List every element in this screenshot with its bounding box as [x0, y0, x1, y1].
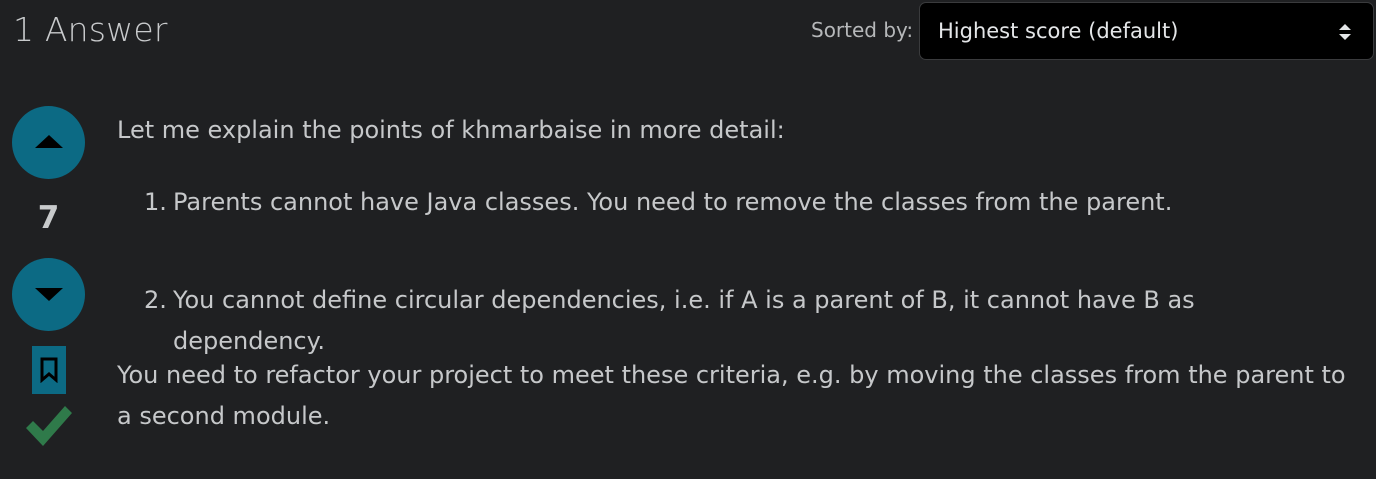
answer-count-heading: 1 Answer	[13, 10, 168, 49]
vote-cell: 7	[12, 106, 86, 456]
answer-intro: Let me explain the points of khmarbaise …	[117, 116, 785, 144]
answer-conclusion: You need to refactor your project to mee…	[117, 361, 1346, 430]
list-item: 2. You cannot define circular dependenci…	[117, 280, 1313, 362]
downvote-button[interactable]	[12, 258, 85, 331]
caret-down-icon	[35, 288, 63, 301]
sort-select[interactable]: Highest score (default)	[919, 2, 1374, 60]
sort-select-value: Highest score (default)	[938, 19, 1179, 43]
list-item-number: 2.	[144, 286, 167, 314]
answer-body: Let me explain the points of khmarbaise …	[117, 110, 1357, 430]
caret-up-icon	[35, 135, 63, 148]
list-item: 1. Parents cannot have Java classes. You…	[117, 182, 1376, 223]
list-item-text: You cannot define circular dependencies,…	[173, 286, 1195, 355]
list-item-number: 1.	[144, 188, 167, 216]
vote-count: 7	[37, 200, 60, 236]
accepted-answer-icon	[25, 402, 73, 450]
list-item-text: Parents cannot have Java classes. You ne…	[173, 188, 1173, 216]
checkmark-icon	[26, 406, 72, 446]
sort-label: Sorted by:	[811, 18, 914, 42]
answers-header: 1 Answer Sorted by: Highest score (defau…	[0, 0, 1376, 64]
bookmark-icon	[40, 357, 58, 383]
bookmark-button[interactable]	[32, 346, 66, 394]
select-arrows-icon	[1337, 22, 1353, 42]
upvote-button[interactable]	[12, 106, 85, 179]
